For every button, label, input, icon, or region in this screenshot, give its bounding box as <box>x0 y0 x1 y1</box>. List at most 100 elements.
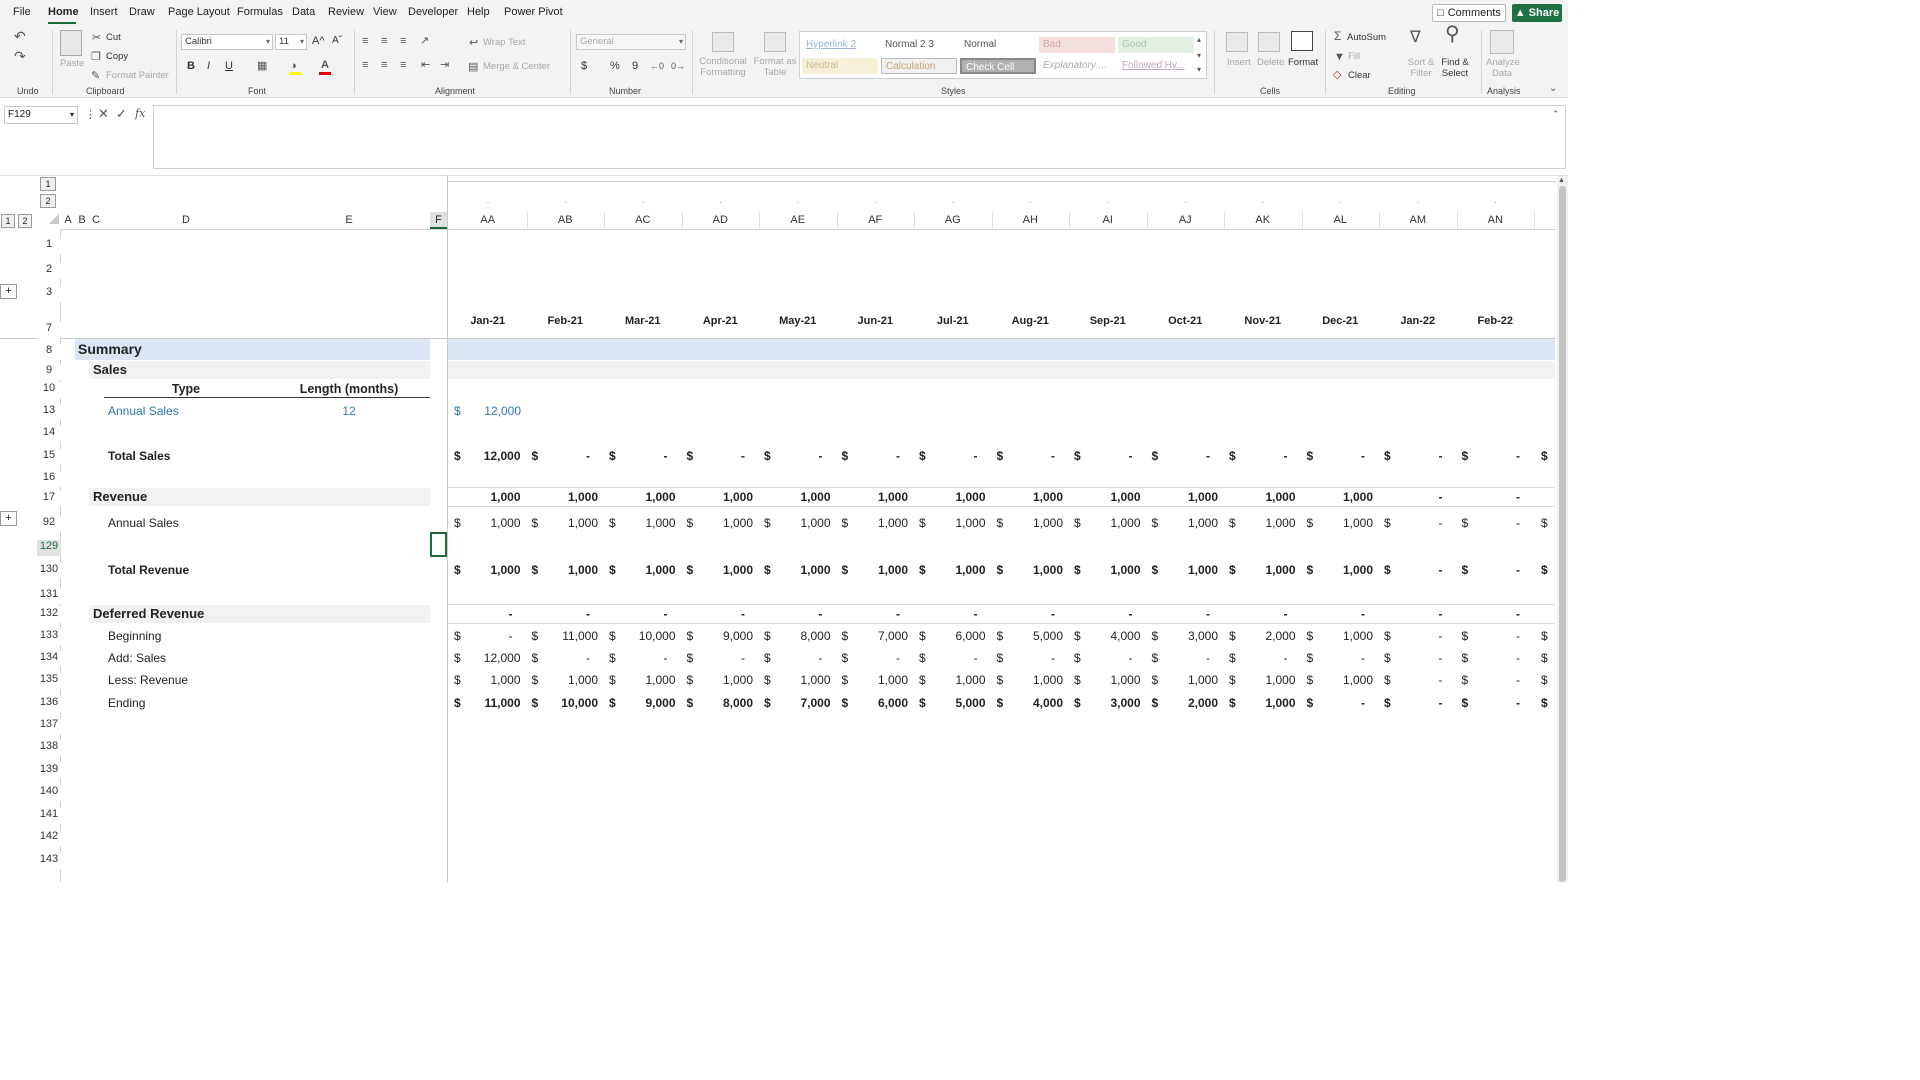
value-cell[interactable]: - <box>1457 673 1520 687</box>
value-cell[interactable]: 3,000 <box>1147 629 1218 643</box>
outline-level-1-button[interactable]: 1 <box>40 177 56 191</box>
formula-input[interactable] <box>153 105 1566 169</box>
value-cell[interactable]: 1,000 <box>1224 673 1295 687</box>
value-cell[interactable]: 1,000 <box>837 673 908 687</box>
month-label[interactable]: Aug-21 <box>992 314 1070 328</box>
row-header[interactable]: 15 <box>37 449 61 465</box>
insert-function-button[interactable]: fx <box>135 108 145 120</box>
value-cell[interactable]: 2,000 <box>1147 696 1218 710</box>
value-cell[interactable]: - <box>1457 651 1520 665</box>
value-cell[interactable]: - <box>1069 449 1133 463</box>
tab-developer[interactable]: Developer <box>408 6 458 18</box>
value-cell[interactable]: - <box>992 449 1055 463</box>
collapse-ribbon-icon[interactable]: ⌄ <box>1549 83 1557 95</box>
value-cell[interactable]: 1,000 <box>914 673 985 687</box>
month-label[interactable]: May-21 <box>759 314 837 328</box>
value-cell[interactable]: 5,000 <box>914 696 985 710</box>
value-cell[interactable]: 1,000 <box>682 490 753 504</box>
column-header[interactable]: AE <box>759 212 837 229</box>
value-cell[interactable]: 1,000 <box>1147 490 1218 504</box>
value-cell[interactable]: - <box>1224 607 1288 621</box>
value-cell[interactable]: 1,000 <box>449 490 520 504</box>
value-cell[interactable]: 1,000 <box>527 563 598 577</box>
value-cell[interactable]: - <box>1069 607 1133 621</box>
format-cells-icon[interactable] <box>1291 31 1313 51</box>
column-header[interactable]: AD <box>682 212 760 229</box>
align-middle-icon[interactable]: ≡ <box>381 35 387 47</box>
value-cell[interactable]: 1,000 <box>1069 516 1140 530</box>
column-header[interactable]: AG <box>914 212 992 229</box>
paste-button[interactable]: Paste <box>60 58 84 69</box>
value-cell[interactable]: 1,000 <box>449 563 520 577</box>
add-sales-label[interactable]: Add: Sales <box>108 651 166 665</box>
column-header[interactable]: AN <box>1457 212 1535 229</box>
row-header[interactable]: 141 <box>37 808 61 824</box>
column-header[interactable]: B <box>76 212 88 229</box>
column-header[interactable]: E <box>268 212 430 229</box>
month-label[interactable]: Jun-21 <box>837 314 915 328</box>
value-cell[interactable]: - <box>527 449 590 463</box>
value-cell[interactable]: - <box>1147 607 1210 621</box>
font-name-combo[interactable]: Calibri ▾ <box>181 34 273 50</box>
row-header[interactable]: 134 <box>37 651 61 667</box>
style-followed-hyperlink[interactable]: Followed Hy... <box>1118 58 1194 74</box>
value-cell[interactable]: - <box>1379 696 1443 710</box>
value-cell[interactable]: 1,000 <box>914 516 985 530</box>
value-cell[interactable]: 10,000 <box>604 629 676 643</box>
expand-group-button[interactable]: + <box>0 284 17 299</box>
clear-button[interactable]: Clear <box>1348 70 1371 81</box>
value-cell[interactable]: 1,000 <box>1147 563 1218 577</box>
value-cell[interactable]: 5,000 <box>992 629 1063 643</box>
value-cell[interactable]: - <box>527 651 590 665</box>
analyze-data-button[interactable]: Analyze Data <box>1486 57 1520 79</box>
value-cell[interactable]: 1,000 <box>1224 490 1295 504</box>
value-cell[interactable]: - <box>837 607 900 621</box>
fill-icon[interactable]: ▼ <box>1334 51 1345 63</box>
tab-view[interactable]: View <box>373 6 397 18</box>
value-cell[interactable]: - <box>914 607 978 621</box>
value-cell[interactable]: - <box>1302 651 1365 665</box>
beginning-label[interactable]: Beginning <box>108 629 161 643</box>
annual-sales-type[interactable]: Annual Sales <box>108 404 179 418</box>
align-center-icon[interactable]: ≡ <box>381 59 387 71</box>
find-select-icon[interactable]: ⚲ <box>1445 24 1460 44</box>
value-cell[interactable]: 4,000 <box>1069 629 1140 643</box>
row-header[interactable]: 17 <box>37 491 61 507</box>
name-box[interactable]: F129 ▾ <box>4 106 78 124</box>
value-cell[interactable]: 1,000 <box>527 490 598 504</box>
value-cell[interactable]: - <box>759 651 823 665</box>
autosum-icon[interactable]: Σ <box>1334 30 1341 42</box>
sort-filter-icon[interactable]: ∇ <box>1410 30 1421 46</box>
value-cell[interactable]: - <box>1457 449 1520 463</box>
value-cell[interactable]: 1,000 <box>837 490 908 504</box>
column-header[interactable]: AA <box>449 212 527 229</box>
value-cell[interactable]: 6,000 <box>914 629 985 643</box>
value-cell[interactable]: - <box>1302 449 1365 463</box>
cut-icon[interactable]: ✂ <box>92 32 101 44</box>
sort-filter-button[interactable]: Sort & Filter <box>1406 57 1436 79</box>
month-label[interactable]: Dec-21 <box>1302 314 1380 328</box>
format-as-table-button[interactable]: Format as Table <box>753 56 797 78</box>
month-label[interactable]: Sep-21 <box>1069 314 1147 328</box>
italic-button[interactable]: I <box>207 60 210 72</box>
select-all-button[interactable] <box>49 214 59 224</box>
value-cell[interactable]: 1,000 <box>759 673 830 687</box>
value-cell[interactable]: 9,000 <box>604 696 675 710</box>
value-cell[interactable]: 1,000 <box>992 673 1063 687</box>
tab-draw[interactable]: Draw <box>129 6 155 18</box>
value-cell[interactable]: 11,000 <box>527 629 598 643</box>
month-label[interactable]: Apr-21 <box>682 314 760 328</box>
value-cell[interactable]: - <box>1224 449 1288 463</box>
column-header[interactable]: D <box>104 212 268 229</box>
value-cell[interactable]: - <box>914 449 978 463</box>
value-cell[interactable]: - <box>1302 696 1365 710</box>
value-cell[interactable]: - <box>682 651 745 665</box>
value-cell[interactable]: 7,000 <box>759 696 830 710</box>
comments-button[interactable]: □ Comments <box>1432 4 1506 22</box>
value-cell[interactable]: 8,000 <box>759 629 830 643</box>
tab-home[interactable]: Home <box>48 6 79 18</box>
row-header[interactable]: 143 <box>37 853 61 869</box>
value-cell[interactable]: 1,000 <box>527 673 598 687</box>
row-header[interactable]: 16 <box>37 471 61 487</box>
value-cell[interactable]: 1,000 <box>992 563 1063 577</box>
